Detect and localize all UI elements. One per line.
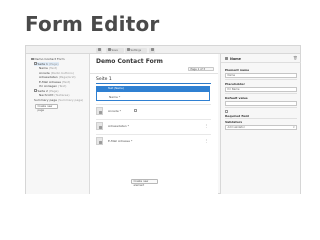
- tree-item-type: (Textarea): [54, 93, 70, 97]
- form-editor-window: Save Settings Demo Contact Form Seite 1 …: [25, 45, 301, 194]
- tree-item-label: Seite 1: [37, 61, 48, 66]
- default-value-label: Default value: [225, 96, 248, 100]
- radio-icon: [99, 110, 102, 114]
- tree-item-label: Demo Contact Form: [34, 57, 65, 61]
- element-options-icon[interactable]: ⋮: [204, 139, 208, 143]
- delete-icon[interactable]: 🗑: [293, 56, 298, 60]
- tree-item-anrede[interactable]: Anrede (Radio buttons): [39, 71, 74, 75]
- settings-button[interactable]: Settings: [125, 47, 147, 53]
- drag-handle[interactable]: [96, 122, 103, 130]
- drag-handle[interactable]: [96, 107, 103, 115]
- tree-item-label: Adressdaten: [39, 75, 58, 79]
- back-icon: [97, 48, 101, 51]
- tree-item-type: (Summary page): [57, 97, 84, 102]
- tree-item-email[interactable]: E-Mail Adresse (Text): [39, 80, 70, 84]
- inspector-title: Name: [230, 56, 241, 61]
- element-label: Name *: [109, 94, 121, 99]
- tree-item-label: E-Mail Adresse: [39, 79, 61, 84]
- back-button[interactable]: [96, 47, 102, 53]
- tree-item-type: (Text): [58, 84, 67, 88]
- tree-item-name[interactable]: Name (Text): [39, 66, 57, 70]
- element-label: E-Mail Adresse *: [108, 139, 133, 143]
- text-field-icon: [99, 140, 102, 144]
- form-element[interactable]: Adressdaten * ⋮: [96, 122, 210, 131]
- tree-toggle[interactable]: [34, 89, 37, 92]
- save-button-label: Save: [111, 48, 118, 52]
- validators-select[interactable]: Add validator ▾: [225, 125, 297, 130]
- required-checkbox[interactable]: [225, 110, 228, 113]
- form-title: Demo Contact Form: [96, 58, 163, 65]
- page-divider: [96, 83, 211, 84]
- tree-item-nachricht[interactable]: Nachricht (Textarea): [39, 93, 70, 97]
- settings-button-label: Settings: [130, 48, 142, 52]
- create-element-button[interactable]: Create new element: [131, 179, 158, 187]
- slide-title: Form Editor: [25, 12, 160, 36]
- close-button[interactable]: [149, 47, 155, 53]
- create-page-button[interactable]: Create new page: [35, 104, 58, 112]
- inspector-panel: Name 🗑 Element name Name Placeholder Ihr…: [220, 54, 301, 194]
- tree-item-label: Nachricht: [39, 93, 54, 97]
- form-structure-tree: Demo Contact Form Seite 1 (Page) Name (T…: [26, 54, 90, 194]
- tree-item-label: Seite 2: [37, 88, 48, 93]
- tree-item-page-2[interactable]: Seite 2 (Page): [34, 89, 59, 93]
- tree-item-type: (Text): [61, 79, 71, 84]
- radio-option[interactable]: [134, 109, 137, 112]
- top-toolbar: Save Settings: [26, 46, 300, 54]
- tree-item-type: (Page): [48, 88, 59, 93]
- divider: [90, 73, 218, 74]
- grid-icon: [99, 125, 102, 129]
- element-label: Adressdaten *: [108, 124, 130, 128]
- element-type-label: Text (Name): [108, 86, 124, 90]
- form-element-selected[interactable]: Text (Name) Name *: [96, 86, 210, 101]
- tree-item-adressdaten[interactable]: Adressdaten (Page/Grid): [39, 75, 76, 79]
- validators-select-value: Add validator: [227, 126, 245, 129]
- tree-item-summary[interactable]: Summary page (Summary page): [34, 98, 83, 102]
- tree-item-label: Name: [39, 66, 48, 70]
- element-options-icon[interactable]: ⋮: [204, 124, 208, 128]
- drag-handle[interactable]: [96, 137, 103, 145]
- element-body[interactable]: Name *: [96, 90, 210, 101]
- tree-toggle[interactable]: [34, 62, 37, 65]
- page-title: Seite 1: [96, 77, 112, 82]
- form-stage: Demo Contact Form Page 1 of 3 Seite 1 Te…: [90, 54, 218, 194]
- tree-item-type: (Radio buttons): [50, 70, 74, 75]
- form-element[interactable]: E-Mail Adresse * ⋮: [96, 137, 210, 146]
- element-name-label: Element name: [225, 68, 250, 72]
- tree-item-form[interactable]: Demo Contact Form: [31, 57, 65, 61]
- tree-item-page-1[interactable]: Seite 1 (Page): [34, 61, 59, 66]
- inspector-header: Name 🗑: [221, 54, 301, 63]
- chevron-down-icon: ▾: [293, 126, 295, 129]
- tree-item-label: Ihr Anliegen: [39, 84, 58, 88]
- save-icon: [107, 48, 111, 51]
- page-selector[interactable]: Page 1 of 3: [188, 67, 214, 71]
- required-label: Required field: [225, 113, 249, 118]
- tree-item-anliegen[interactable]: Ihr Anliegen (Text): [39, 84, 66, 88]
- gear-icon: [126, 48, 130, 51]
- default-value-field[interactable]: [225, 101, 297, 106]
- tree-item-label: Summary page: [34, 97, 57, 102]
- element-name-field[interactable]: Name: [225, 73, 297, 78]
- tree-item-type: (Page): [48, 61, 59, 66]
- tree-item-label: Anrede: [39, 70, 50, 75]
- placeholder-label: Placeholder: [225, 82, 245, 86]
- save-button[interactable]: Save: [106, 47, 124, 53]
- validators-label: Validators: [225, 120, 243, 124]
- form-element[interactable]: Anrede *: [96, 107, 210, 116]
- placeholder-field[interactable]: Ihr Name: [225, 87, 297, 92]
- tree-item-type: (Text): [48, 66, 58, 70]
- text-field-icon: [225, 57, 228, 60]
- element-label: Anrede *: [108, 109, 122, 113]
- close-icon: [150, 48, 154, 51]
- tree-item-type: (Page/Grid): [58, 75, 76, 79]
- tree-toggle[interactable]: [31, 57, 34, 61]
